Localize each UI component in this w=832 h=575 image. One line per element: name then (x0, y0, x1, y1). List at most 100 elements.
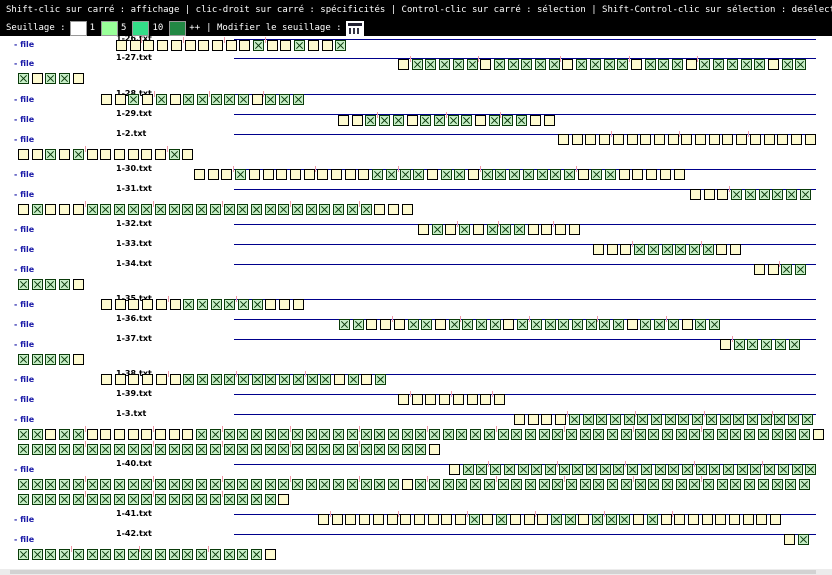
segment-square-marked[interactable] (114, 204, 125, 215)
segment-square-marked[interactable] (511, 429, 522, 440)
segment-square[interactable] (627, 134, 638, 145)
segment-square[interactable] (114, 429, 125, 440)
segment-square-marked[interactable] (596, 414, 607, 425)
segment-square[interactable] (398, 59, 409, 70)
segment-square[interactable] (541, 414, 552, 425)
segment-square-marked[interactable] (196, 494, 207, 505)
segment-square-marked[interactable] (635, 479, 646, 490)
segment-square-marked[interactable] (778, 464, 789, 475)
segment-square-marked[interactable] (114, 479, 125, 490)
segment-square[interactable] (791, 134, 802, 145)
segment-square-marked[interactable] (676, 429, 687, 440)
segment-square-marked[interactable] (18, 444, 29, 455)
segment-square[interactable] (510, 514, 521, 525)
segment-square-marked[interactable] (237, 204, 248, 215)
segment-square-marked[interactable] (456, 479, 467, 490)
segment-square[interactable] (156, 299, 167, 310)
segment-square-marked[interactable] (689, 429, 700, 440)
segment-square-marked[interactable] (539, 429, 550, 440)
segment-square[interactable] (185, 40, 196, 51)
segment-square[interactable] (373, 514, 384, 525)
segment-square[interactable] (59, 204, 70, 215)
segment-square[interactable] (87, 429, 98, 440)
segment-square-marked[interactable] (237, 429, 248, 440)
segment-square-marked[interactable] (415, 444, 426, 455)
file-name-link[interactable]: 1-2.txt (116, 129, 146, 138)
segment-square-marked[interactable] (441, 169, 452, 180)
segment-square-marked[interactable] (637, 414, 648, 425)
segment-square[interactable] (398, 394, 409, 405)
segment-square-marked[interactable] (703, 479, 714, 490)
segment-square[interactable] (722, 134, 733, 145)
segment-square-marked[interactable] (278, 204, 289, 215)
segment-square-marked[interactable] (781, 264, 792, 275)
segment-square[interactable] (366, 319, 377, 330)
segment-square[interactable] (631, 59, 642, 70)
segment-square[interactable] (156, 374, 167, 385)
segment-square[interactable] (265, 549, 276, 560)
segment-square[interactable] (674, 514, 685, 525)
segment-square-marked[interactable] (386, 169, 397, 180)
segment-square-marked[interactable] (197, 94, 208, 105)
segment-square-marked[interactable] (32, 494, 43, 505)
segment-square-marked[interactable] (388, 429, 399, 440)
segment-square-marked[interactable] (558, 319, 569, 330)
segment-square[interactable] (380, 319, 391, 330)
segment-square-marked[interactable] (772, 429, 783, 440)
segment-square-marked[interactable] (319, 204, 330, 215)
segment-square-marked[interactable] (709, 319, 720, 330)
segment-square-marked[interactable] (523, 169, 534, 180)
segment-square-marked[interactable] (237, 549, 248, 560)
segment-square-marked[interactable] (45, 479, 56, 490)
segment-square-marked[interactable] (420, 115, 431, 126)
segment-square[interactable] (331, 169, 342, 180)
segment-square-marked[interactable] (498, 429, 509, 440)
segment-square-marked[interactable] (662, 479, 673, 490)
segment-square-marked[interactable] (237, 444, 248, 455)
segment-square-marked[interactable] (607, 429, 618, 440)
segment-square-marked[interactable] (461, 115, 472, 126)
segment-square-marked[interactable] (531, 319, 542, 330)
segment-square-marked[interactable] (713, 59, 724, 70)
segment-square-marked[interactable] (592, 514, 603, 525)
segment-square-marked[interactable] (706, 414, 717, 425)
segment-square-marked[interactable] (306, 479, 317, 490)
segment-square-marked[interactable] (800, 189, 811, 200)
segment-square[interactable] (332, 514, 343, 525)
segment-square[interactable] (345, 514, 356, 525)
segment-square[interactable] (674, 169, 685, 180)
segment-square[interactable] (317, 169, 328, 180)
segment-square[interactable] (620, 244, 631, 255)
segment-square-marked[interactable] (432, 224, 443, 235)
segment-square-marked[interactable] (59, 73, 70, 84)
segment-square-marked[interactable] (319, 444, 330, 455)
file-name-link[interactable]: 1-27.txt (116, 53, 152, 62)
segment-square-marked[interactable] (265, 204, 276, 215)
segment-square-marked[interactable] (237, 479, 248, 490)
segment-square-marked[interactable] (402, 444, 413, 455)
segment-square[interactable] (155, 429, 166, 440)
segment-square-marked[interactable] (692, 414, 703, 425)
segment-square-marked[interactable] (306, 204, 317, 215)
segment-square-marked[interactable] (785, 479, 796, 490)
segment-square-marked[interactable] (128, 494, 139, 505)
segment-square[interactable] (226, 40, 237, 51)
segment-square-marked[interactable] (607, 479, 618, 490)
segment-square-marked[interactable] (182, 494, 193, 505)
segment-square-marked[interactable] (662, 429, 673, 440)
segment-square-marked[interactable] (32, 549, 43, 560)
segment-square-marked[interactable] (87, 444, 98, 455)
segment-square[interactable] (402, 479, 413, 490)
segment-square-marked[interactable] (265, 374, 276, 385)
segment-square-marked[interactable] (224, 479, 235, 490)
segment-square-marked[interactable] (100, 444, 111, 455)
segment-square-marked[interactable] (379, 115, 390, 126)
segment-square[interactable] (208, 169, 219, 180)
segment-square[interactable] (445, 224, 456, 235)
segment-square-marked[interactable] (114, 444, 125, 455)
segment-square-marked[interactable] (545, 319, 556, 330)
segment-square-marked[interactable] (141, 444, 152, 455)
segment-square[interactable] (265, 299, 276, 310)
segment-square-marked[interactable] (580, 429, 591, 440)
segment-square-marked[interactable] (306, 444, 317, 455)
